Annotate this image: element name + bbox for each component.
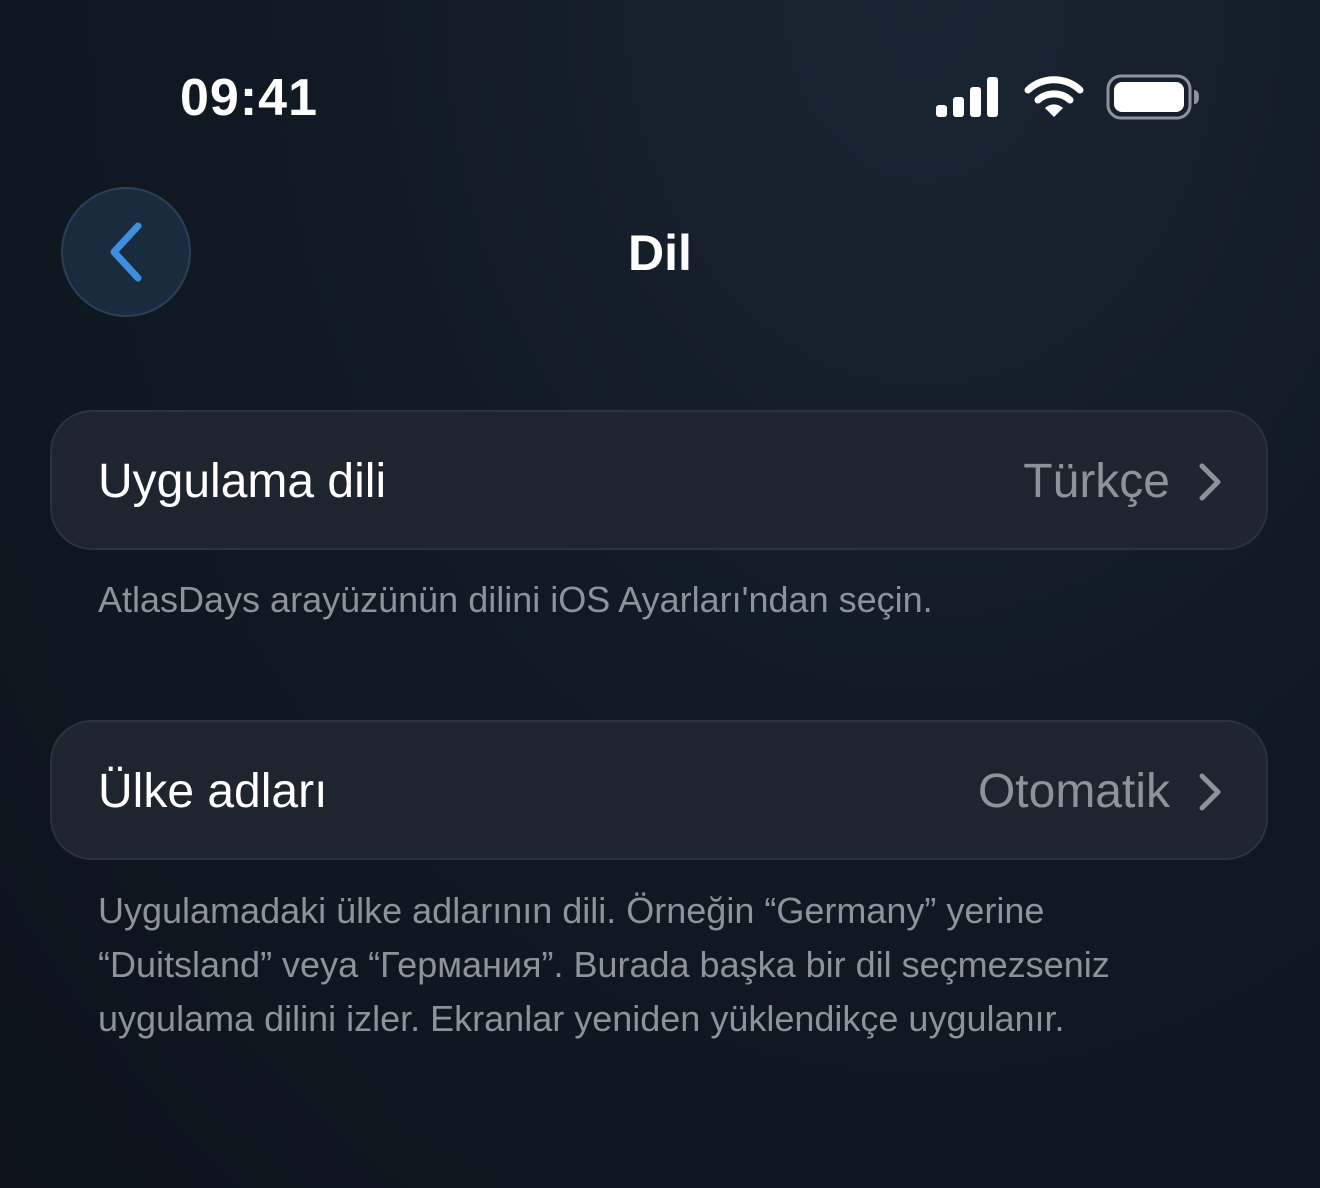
app-language-footnote: AtlasDays arayüzünün dilini iOS Ayarları… (98, 579, 933, 620)
cellular-signal-icon (936, 77, 998, 117)
status-time: 09:41 (180, 69, 318, 127)
country-names-footnote: Uygulamadaki ülke adlarının dili. Örneği… (98, 890, 1110, 1039)
country-names-row[interactable]: Ülke adları Otomatik (50, 720, 1268, 860)
chevron-right-icon (1199, 463, 1221, 501)
chevron-right-icon (1199, 773, 1221, 811)
battery-icon (1106, 74, 1199, 120)
navigation-bar: Dil (0, 180, 1320, 325)
country-names-label: Ülke adları (98, 765, 328, 818)
app-language-row[interactable]: Uygulama dili Türkçe (50, 410, 1268, 550)
country-names-value: Otomatik (977, 765, 1170, 818)
status-bar: 09:41 (0, 0, 1320, 150)
wifi-icon (1024, 76, 1084, 117)
status-icons (934, 74, 1200, 120)
page-title: Dil (628, 225, 692, 281)
app-language-label: Uygulama dili (98, 455, 387, 508)
app-language-value: Türkçe (1023, 455, 1170, 508)
